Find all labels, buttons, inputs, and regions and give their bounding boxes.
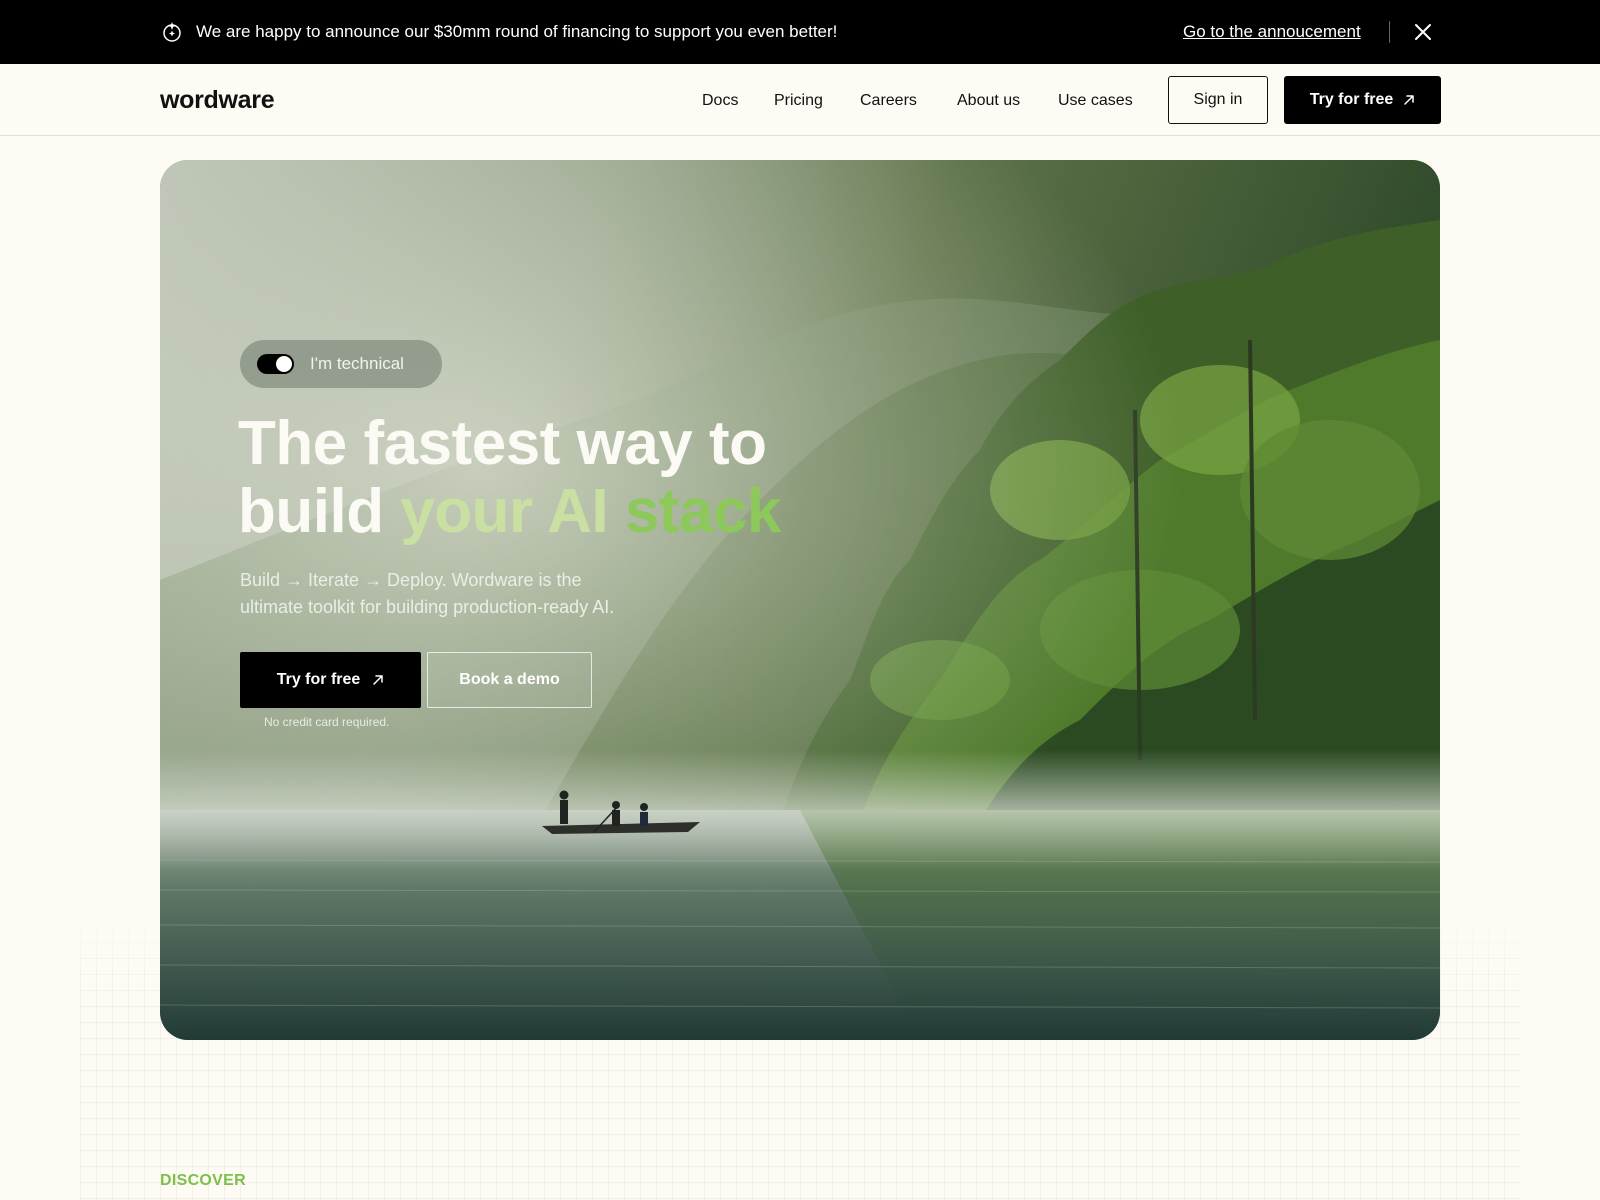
announcement-bar: We are happy to announce our $30mm round… <box>0 0 1600 64</box>
try-for-free-label: Try for free <box>1309 91 1394 108</box>
sign-in-button[interactable]: Sign in <box>1168 76 1268 124</box>
technical-toggle[interactable]: I'm technical <box>240 340 442 388</box>
sign-in-label: Sign in <box>1193 91 1243 108</box>
headline-accent-2: stack <box>624 477 782 546</box>
close-icon[interactable] <box>1411 20 1435 44</box>
hero-headline: The fastest way to build your AI stack <box>238 410 938 546</box>
nav-link-about-us[interactable]: About us <box>957 90 1020 112</box>
toggle-label: I'm technical <box>310 354 404 373</box>
hero-subcopy-line-2: ultimate toolkit for building production… <box>240 597 615 617</box>
sparkle-badge-icon <box>163 22 181 42</box>
nav-link-careers[interactable]: Careers <box>860 90 917 112</box>
headline-line-1: The fastest way to <box>238 409 767 478</box>
hero-subcopy-line-1: Build → Iterate → Deploy. Wordware is th… <box>240 570 582 590</box>
toggle-knob <box>276 356 292 372</box>
announcement-link[interactable]: Go to the annoucement <box>1183 21 1361 43</box>
nav-link-use-cases[interactable]: Use cases <box>1058 90 1133 112</box>
discover-eyebrow: DISCOVER <box>160 1172 246 1189</box>
top-nav: wordware Docs Pricing Careers About us U… <box>0 64 1600 136</box>
hero-banner: I'm technical The fastest way to build y… <box>160 160 1440 1040</box>
no-credit-card-note: No credit card required. <box>264 715 390 729</box>
book-a-demo-button[interactable]: Book a demo <box>427 652 592 708</box>
toggle-switch[interactable] <box>257 354 294 374</box>
headline-accent-1: your AI <box>400 477 609 546</box>
nav-link-pricing[interactable]: Pricing <box>774 90 823 112</box>
try-for-free-nav-button[interactable]: Try for free <box>1284 76 1441 124</box>
announcement-message: We are happy to announce our $30mm round… <box>196 22 838 41</box>
book-demo-label: Book a demo <box>459 671 560 688</box>
arrow-up-right-icon <box>1404 95 1415 105</box>
announcement-divider <box>1389 21 1390 43</box>
hero-try-for-free-button[interactable]: Try for free <box>240 652 421 708</box>
headline-line-2-plain: build <box>238 477 384 546</box>
hero-subcopy: Build → Iterate → Deploy. Wordware is th… <box>240 567 680 621</box>
arrow-up-right-icon <box>373 675 384 685</box>
nav-link-docs[interactable]: Docs <box>702 90 738 112</box>
hero-try-label: Try for free <box>276 671 361 688</box>
